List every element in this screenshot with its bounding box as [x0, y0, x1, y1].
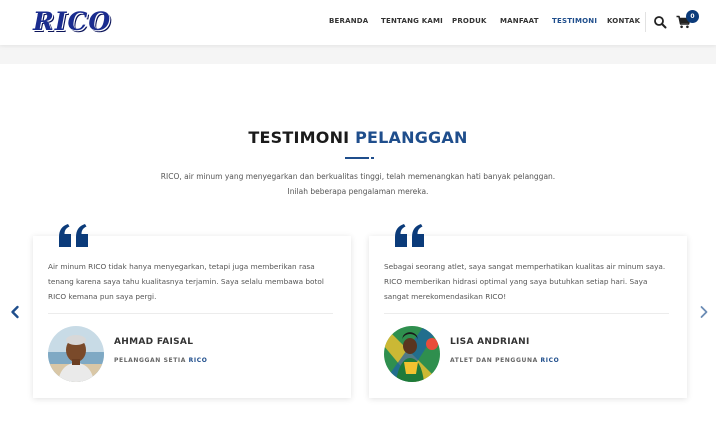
nav-link-manfaat[interactable]: MANFAAT [500, 17, 539, 25]
header-strip [0, 45, 716, 64]
person-role-prefix: PELANGGAN SETIA [114, 357, 189, 364]
nav-divider [645, 12, 646, 32]
section-title: TESTIMONI PELANGGAN [0, 128, 716, 147]
chevron-left-icon[interactable] [9, 305, 21, 319]
person-role: PELANGGAN SETIA RICO [114, 357, 207, 364]
section-description-line-1: RICO, air minum yang menyegarkan dan ber… [160, 172, 556, 181]
person-name: AHMAD FAISAL [114, 337, 194, 347]
search-icon[interactable] [653, 15, 667, 29]
section-title-accent: PELANGGAN [355, 128, 468, 147]
person-role: ATLET DAN PENGGUNA RICO [450, 357, 559, 364]
card-divider [384, 313, 669, 314]
title-underline-dot [371, 157, 374, 159]
top-navbar: RICO BERANDA TENTANG KAMI PRODUK MANFAAT… [0, 0, 716, 45]
testimonial-card: Air minum RICO tidak hanya menyegarkan, … [33, 224, 351, 398]
card-divider [48, 313, 333, 314]
person-role-prefix: ATLET DAN PENGGUNA [450, 357, 541, 364]
testimonial-text: Air minum RICO tidak hanya menyegarkan, … [48, 262, 324, 301]
quote-icon [59, 224, 88, 247]
person-role-brand: RICO [188, 357, 208, 364]
avatar-ahmad-faisal [48, 326, 104, 382]
main-nav: BERANDA TENTANG KAMI PRODUK MANFAAT TEST… [0, 17, 716, 29]
nav-link-produk[interactable]: PRODUK [452, 17, 487, 25]
title-underline [345, 157, 369, 159]
section-description-line-2: Inilah beberapa pengalaman mereka. [287, 187, 429, 196]
quote-icon [395, 224, 424, 247]
nav-link-kontak[interactable]: KONTAK [607, 17, 640, 25]
section-description: RICO, air minum yang menyegarkan dan ber… [130, 169, 586, 199]
nav-link-tentang-kami[interactable]: TENTANG KAMI [381, 17, 443, 25]
section-title-main: TESTIMONI [248, 128, 356, 147]
testimonial-card: Sebagai seorang atlet, saya sangat mempe… [369, 224, 687, 398]
nav-link-beranda[interactable]: BERANDA [329, 17, 368, 25]
cart-count-badge: 0 [686, 10, 699, 23]
chevron-right-icon[interactable] [698, 305, 710, 319]
testimonial-text: Sebagai seorang atlet, saya sangat mempe… [384, 262, 666, 301]
person-name: LISA ANDRIANI [450, 337, 530, 347]
person-role-brand: RICO [540, 357, 560, 364]
avatar-lisa-andriani [384, 326, 440, 382]
nav-link-testimoni[interactable]: TESTIMONI [552, 17, 597, 25]
